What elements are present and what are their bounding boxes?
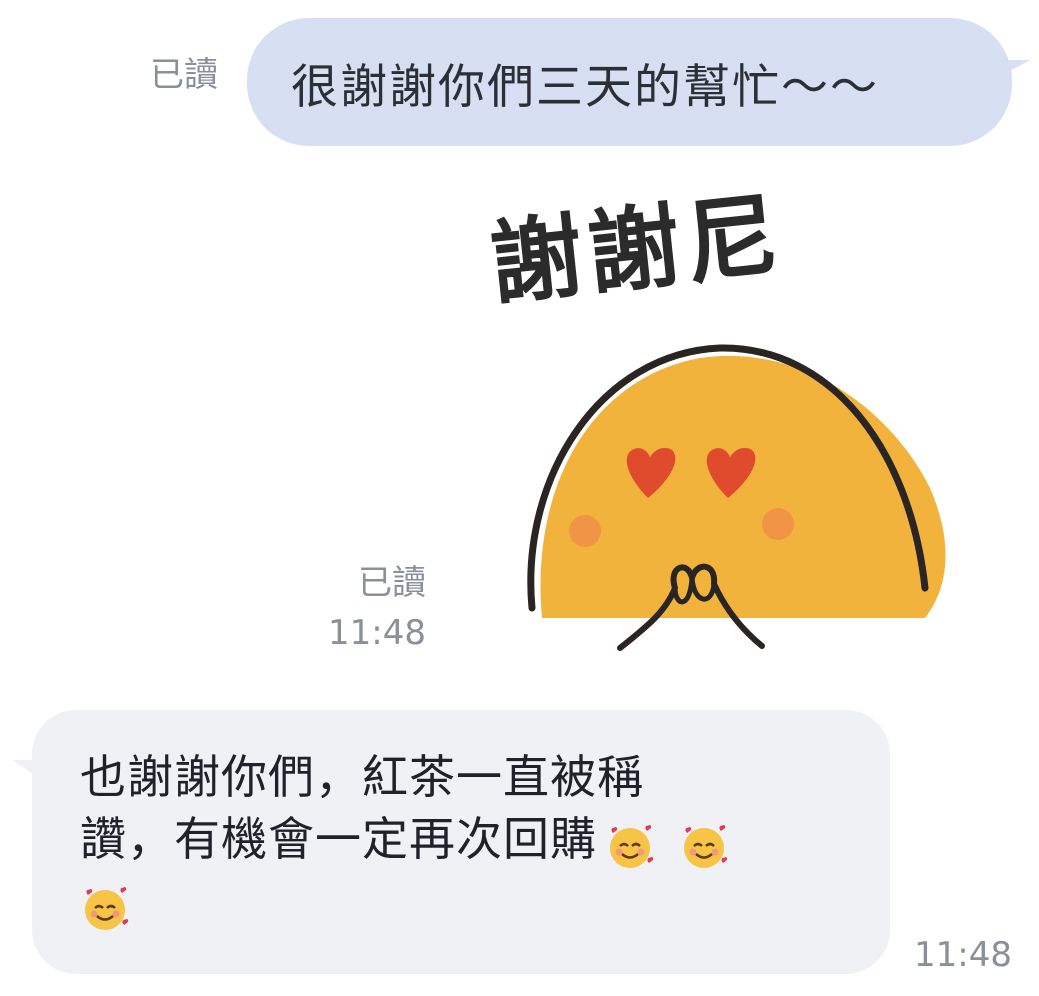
cheek-left [569, 515, 601, 547]
message-text: 讚，有機會一定再次回購 [80, 812, 597, 866]
smiling-face-with-hearts-icon [683, 824, 727, 868]
read-receipt: 已讀 [150, 55, 218, 95]
read-receipt: 已讀 [358, 563, 426, 603]
incoming-message-bubble[interactable]: 也謝謝你們，紅茶一直被稱 讚，有機會一定再次回購 [32, 710, 890, 974]
sticker-text: 謝謝尼 [485, 181, 789, 318]
smiling-face-with-hearts-icon [85, 886, 129, 930]
message-time: 11:48 [914, 935, 1012, 975]
smiling-face-with-hearts-icon [610, 824, 654, 868]
message-text: 很謝謝你們三天的幫忙～～ [291, 59, 879, 115]
message-time: 11:48 [328, 613, 426, 653]
message-text-line: 也謝謝你們，紅茶一直被稱 [80, 750, 644, 804]
emoji-line [72, 874, 850, 936]
cheek-right [762, 508, 794, 540]
face-body [540, 355, 946, 618]
message-text-line-with-emoji: 讚，有機會一定再次回購 [80, 808, 850, 874]
thank-you-sticker[interactable]: 謝謝尼 [470, 158, 970, 658]
outgoing-message-bubble[interactable]: 很謝謝你們三天的幫忙～～ [247, 18, 1012, 146]
